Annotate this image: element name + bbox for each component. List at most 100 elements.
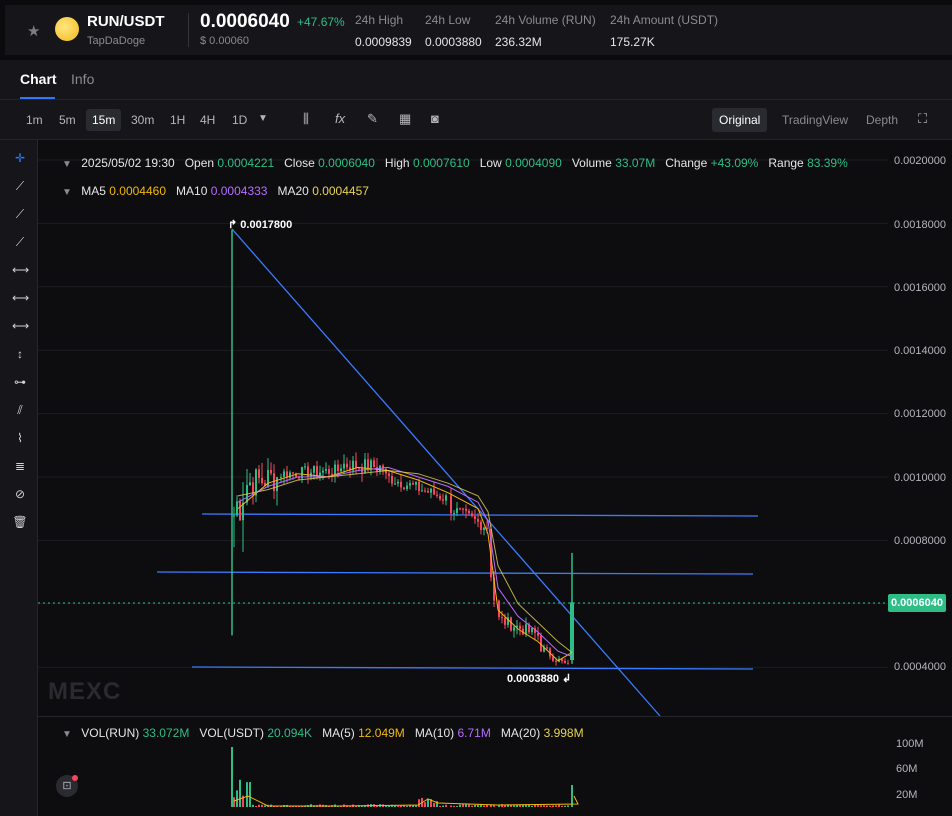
volume-bar [412,805,414,807]
view-original[interactable]: Original [712,108,768,132]
candle-body [483,527,485,531]
trend-line-icon[interactable]: ⟋ [12,178,28,194]
volume-bar [462,804,464,807]
tab-chart[interactable]: Chart [20,71,57,87]
candle-body [394,483,396,485]
volume-bar [456,805,458,807]
favorite-star-icon[interactable]: ★ [27,22,40,40]
horizontal-ray-icon[interactable]: ⟷ [12,290,29,306]
price-change: +47.67% [297,15,345,29]
open-label: Open [184,156,215,170]
collapse-icon[interactable]: ▼ [62,159,72,170]
candle-body [471,513,473,517]
volume-bar [450,805,452,807]
ma-legend: ▼ MA5 0.0004460 MA10 0.0004333 MA20 0.00… [62,184,369,198]
timeframe-1d[interactable]: 1D [226,109,253,131]
chart-canvas[interactable] [38,141,952,816]
candle-body [468,510,470,514]
volume-bar [261,804,263,807]
ruler-icon[interactable]: ⊶ [12,374,28,390]
delete-icon[interactable]: 🗑 [12,514,28,530]
tab-info[interactable]: Info [71,71,94,87]
volume-bar [543,805,545,807]
parallel-channel-icon[interactable]: ⫽ [12,402,28,418]
notification-button[interactable]: ⊡ [56,775,78,797]
stat-label: 24h Amount (USDT) [610,13,719,27]
high-annotation: ↱ 0.0017800 [228,219,293,231]
timeframe-15m[interactable]: 15m [86,109,122,131]
timeframe-1h[interactable]: 1H [164,109,191,131]
volume-bar [418,799,420,807]
candle-body [273,473,275,492]
horizontal-line-icon[interactable]: ⟷ [12,262,29,278]
candle-body [433,488,435,495]
ray-icon[interactable]: ⟋ [12,206,28,222]
view-depth[interactable]: Depth [859,108,905,132]
fibonacci-icon[interactable]: ≣ [12,458,28,474]
volume-bar [236,790,238,807]
volume-bar [433,802,435,807]
ma5-value: 0.0004460 [109,184,167,198]
active-tab-indicator [20,97,55,99]
candle-type-icon[interactable]: ⫼ [303,111,309,127]
timeframe-4h[interactable]: 4H [194,109,221,131]
camera-icon[interactable]: ◙ [431,111,439,126]
volume-bar [255,805,257,807]
current-price-badge: 0.0006040 [888,594,946,612]
candle-body [403,487,405,490]
candle-body [525,624,527,635]
volume-bar [471,805,473,807]
timeframe-dropdown-icon[interactable]: ▼ [258,113,268,124]
collapse-icon[interactable]: ▼ [62,729,72,740]
timeframe-5m[interactable]: 5m [53,109,82,131]
change-label: Change [665,156,708,170]
candle-body [334,464,336,476]
volume-bar [498,805,500,807]
hide-drawings-icon[interactable]: ⊘ [12,486,28,502]
pencil-icon[interactable]: ✎ [367,111,378,127]
volume-bar [493,805,495,807]
candle-body [322,470,324,473]
collapse-icon[interactable]: ▼ [62,187,72,198]
volume-bar [246,782,248,807]
indicator-fx-icon[interactable]: fx [335,111,345,126]
volume-bar [558,804,560,807]
candle-body [304,466,306,468]
volume-bar [233,797,235,807]
extended-line-icon[interactable]: ⟋ [12,234,28,250]
candle-body [442,499,444,501]
volume-pane-divider[interactable] [38,716,952,717]
crosshair-icon[interactable]: ✛ [12,150,28,166]
volume-bar [504,805,506,807]
candle-body [450,495,452,514]
stat-value: 0.0003880 [425,35,482,49]
candle-body [373,460,375,468]
view-tradingview[interactable]: TradingView [775,108,855,132]
chart-area[interactable]: ▼ 2025/05/02 19:30 Open 0.0004221 Close … [38,141,952,816]
layout-icon[interactable]: ▦ [399,111,411,127]
volume-bar [468,804,470,807]
vertical-line-icon[interactable]: ↕ [12,346,28,362]
pair-name[interactable]: RUN/USDT [87,13,165,30]
candle-body [501,617,503,619]
timeframe-30m[interactable]: 30m [125,109,160,131]
coin-logo [55,17,79,41]
close-label: Close [284,156,315,170]
timeframe-1m[interactable]: 1m [20,109,49,131]
high-value: 0.0007610 [412,156,470,170]
volume-bar [445,804,447,807]
high-annotation-value: 0.0017800 [240,219,293,231]
candle-body [427,490,429,493]
candle-body [564,660,566,664]
pattern-icon[interactable]: ⌇ [12,430,28,446]
low-annotation: 0.0003880 ↲ [507,673,572,685]
candle-body [325,469,327,471]
candle-body [424,490,426,492]
stat-24h-amount: 24h Amount (USDT) 175.27K [610,13,718,49]
price-axis-label: 0.0008000 [894,535,946,547]
fullscreen-icon[interactable]: ⛶ [918,111,927,127]
volume-bar [474,804,476,807]
candle-body [480,521,482,531]
support-line [156,571,754,575]
horizontal-segment-icon[interactable]: ⟷ [12,318,29,334]
